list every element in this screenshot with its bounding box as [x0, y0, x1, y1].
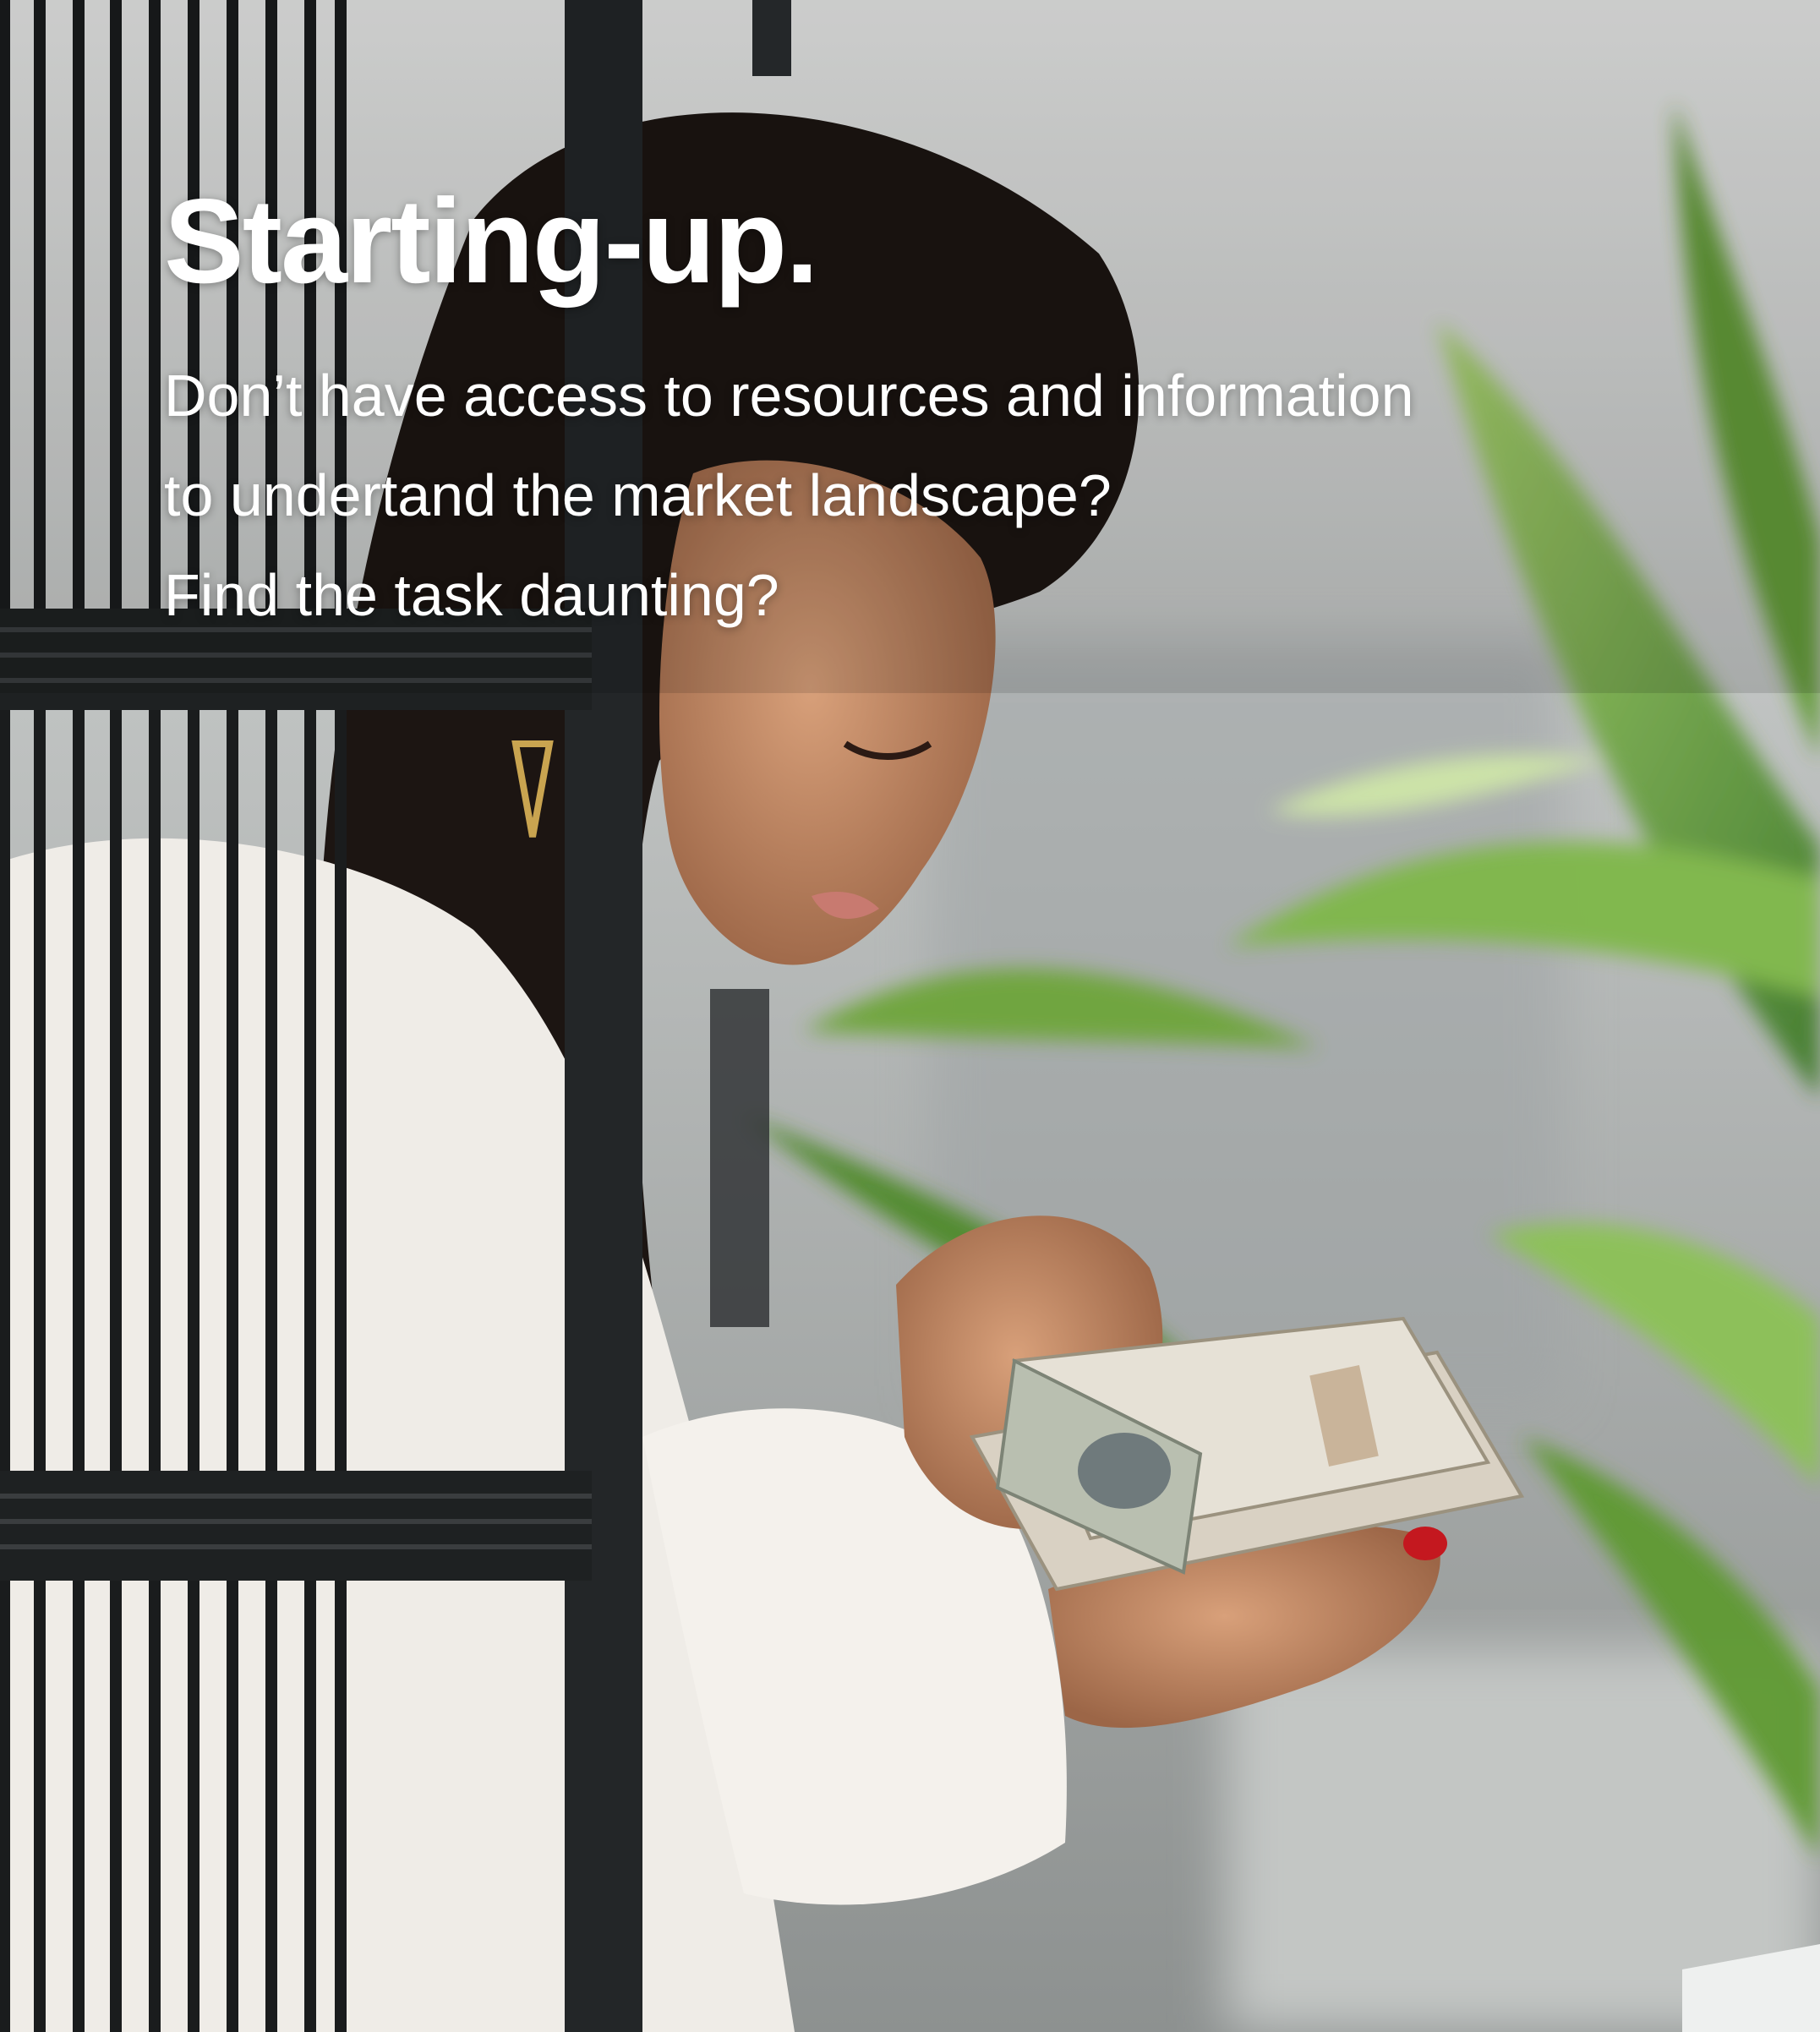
hero-description: Don’t have access to resources and infor…	[164, 346, 1753, 645]
hero-title: Starting-up.	[164, 174, 819, 309]
hero-copy: Starting-up. Don’t have access to resour…	[164, 182, 1753, 645]
hero-line: to undertand the market landscape?	[164, 462, 1112, 528]
hero-line: Find the task daunting?	[164, 562, 779, 628]
hero-line: Don’t have access to resources and infor…	[164, 363, 1414, 429]
hero-banner: Starting-up. Don’t have access to resour…	[0, 0, 1820, 2032]
